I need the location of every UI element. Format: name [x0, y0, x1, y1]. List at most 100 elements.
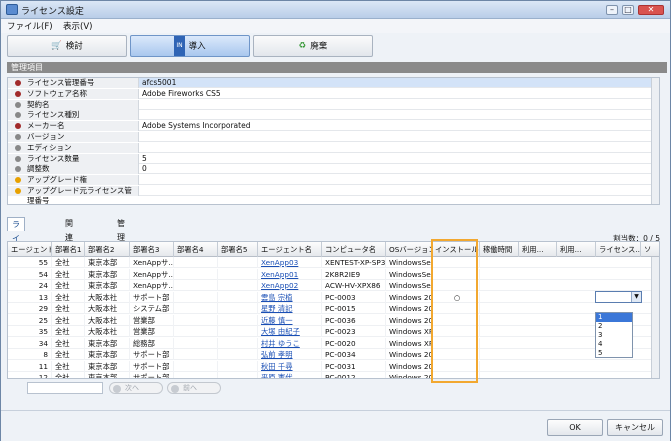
- table-cell[interactable]: 近藤 慎一: [258, 314, 322, 326]
- license-select[interactable]: ▼: [595, 291, 642, 303]
- close-button[interactable]: ✕: [638, 5, 664, 15]
- table-row[interactable]: 13全社大阪本社サポート部雲島 宗植PC-0003Windows 20...○: [8, 291, 659, 303]
- column-header[interactable]: エージェントNO: [8, 242, 52, 257]
- column-header[interactable]: コンピュータ名: [322, 242, 386, 257]
- table-cell: システム部: [130, 303, 174, 314]
- ok-button[interactable]: OK: [547, 419, 603, 436]
- search-input[interactable]: [27, 382, 103, 394]
- table-cell: [218, 257, 258, 268]
- table-cell[interactable]: 星野 清記: [258, 303, 322, 314]
- table-row[interactable]: 24 全社 東京本部 XenAppサ... XenApp02 ACW-HV-XPX86 Wi…: [8, 280, 659, 291]
- menu-bar: ファイル(F) 表示(V): [1, 19, 670, 33]
- required-dot-icon: [15, 144, 21, 151]
- review-button[interactable]: 🛒 検討: [7, 35, 127, 57]
- table-cell[interactable]: 弘前 孝明: [258, 349, 322, 360]
- table-cell[interactable]: XenApp01: [258, 268, 322, 280]
- table-cell: 全社: [52, 314, 85, 326]
- install-column-highlight: [431, 239, 478, 383]
- table-cell: サポート部: [130, 291, 174, 303]
- menu-file[interactable]: ファイル(F): [7, 20, 53, 32]
- license-dropdown-list: 12345: [595, 312, 633, 358]
- table-cell: [174, 303, 218, 314]
- property-value[interactable]: afcs5001: [142, 78, 176, 88]
- column-header[interactable]: 部署名5: [218, 242, 258, 257]
- introduce-button[interactable]: IN 導入: [130, 35, 250, 57]
- dropdown-option[interactable]: 5: [596, 349, 632, 358]
- grid-scrollbar[interactable]: [651, 257, 659, 378]
- column-header[interactable]: 部署名4: [174, 242, 218, 257]
- cancel-button[interactable]: キャンセル: [607, 419, 663, 436]
- property-label: バージョン: [8, 132, 139, 142]
- table-cell: WindowsSer...: [386, 268, 432, 280]
- column-header[interactable]: 部署名3: [130, 242, 174, 257]
- property-label: ライセンス数量: [8, 153, 139, 164]
- dropdown-option[interactable]: 2: [596, 322, 632, 331]
- recycle-icon: ♻: [298, 41, 307, 51]
- table-row[interactable]: 12全社東京本部サポート部 平原 憲代PC-0012Windows 20...: [8, 372, 659, 378]
- column-header[interactable]: 部署名1: [52, 242, 85, 257]
- chevron-down-icon[interactable]: ▼: [631, 292, 641, 302]
- column-header[interactable]: 利用...: [557, 242, 596, 257]
- tab-managing-department[interactable]: 管理部署: [113, 217, 129, 270]
- maximize-button[interactable]: □: [622, 5, 634, 15]
- table-cell[interactable]: 秋田 千尋: [258, 360, 322, 372]
- table-cell: [174, 326, 218, 337]
- table-cell: 24: [8, 280, 52, 291]
- prev-button[interactable]: 前へ: [167, 382, 221, 394]
- property-label: 契約名: [8, 99, 139, 110]
- table-cell[interactable]: XenApp03: [258, 257, 322, 268]
- column-header[interactable]: ライセンス...: [596, 242, 641, 257]
- property-value[interactable]: 5: [142, 154, 147, 164]
- table-cell: 11: [8, 360, 52, 372]
- table-row[interactable]: 55 全社 東京本部 XenAppサ... XenApp03 XENTEST-XP-SP3…: [8, 257, 659, 268]
- arrow-icon: [113, 385, 121, 393]
- table-row[interactable]: 34全社東京本部総務部 村井 ゆうこPC-0020Windows XP ...: [8, 337, 659, 349]
- table-cell: 29: [8, 303, 52, 314]
- dropdown-option[interactable]: 1: [596, 313, 632, 322]
- property-value[interactable]: Adobe Systems Incorporated: [142, 121, 250, 131]
- table-row[interactable]: 25全社大阪本社営業部 近藤 慎一PC-0036Windows 20...: [8, 314, 659, 326]
- table-cell: [218, 268, 258, 280]
- table-cell: [218, 291, 258, 303]
- menu-view[interactable]: 表示(V): [63, 20, 92, 32]
- cart-icon: 🛒: [51, 41, 62, 51]
- dropdown-option[interactable]: 3: [596, 331, 632, 340]
- property-value[interactable]: 0: [142, 164, 147, 174]
- tab-related-software[interactable]: 関連ソフトウェア: [61, 217, 77, 326]
- column-header[interactable]: 稼働時間: [480, 242, 519, 257]
- next-button[interactable]: 次へ: [109, 382, 163, 394]
- required-dot-icon: [15, 80, 21, 86]
- table-cell[interactable]: XenApp02: [258, 280, 322, 291]
- table-cell: 全社: [52, 257, 85, 268]
- table-row[interactable]: 11全社東京本部サポート部 秋田 千尋PC-0031Windows 20...: [8, 360, 659, 372]
- property-label: アップグレード元ライセンス管理番号: [8, 186, 139, 204]
- table-cell: 大阪本社: [85, 303, 130, 314]
- table-cell: 2K8R2IE9: [322, 268, 386, 280]
- table-row[interactable]: 54 全社 東京本部 XenAppサ... XenApp01 2K8R2IE9 Window…: [8, 268, 659, 280]
- table-cell[interactable]: 平原 憲代: [258, 372, 322, 378]
- column-header[interactable]: ソ: [641, 242, 659, 257]
- table-cell: 全社: [52, 303, 85, 314]
- column-header[interactable]: エージェント名: [258, 242, 322, 257]
- column-header[interactable]: 部署名2: [85, 242, 130, 257]
- column-header[interactable]: 利用...: [519, 242, 557, 257]
- property-value[interactable]: Adobe Fireworks CS5: [142, 89, 221, 99]
- table-cell[interactable]: 大塚 由紀子: [258, 326, 322, 337]
- dropdown-option[interactable]: 4: [596, 340, 632, 349]
- table-row[interactable]: 35全社大阪本社営業部 大塚 由紀子PC-0023Windows XP ...: [8, 326, 659, 337]
- column-header[interactable]: OSバージョン: [386, 242, 432, 257]
- table-cell[interactable]: 雲島 宗植: [258, 291, 322, 303]
- table-cell: PC-0015: [322, 303, 386, 314]
- required-dot-icon: [15, 155, 21, 162]
- table-cell: 12: [8, 372, 52, 378]
- table-cell: [174, 349, 218, 360]
- table-cell: PC-0003: [322, 291, 386, 303]
- minimize-button[interactable]: –: [606, 5, 618, 15]
- property-row: 契約名: [8, 99, 659, 110]
- dispose-button[interactable]: ♻ 廃棄: [253, 35, 373, 57]
- table-row[interactable]: 8全社東京本部サポート部 弘前 孝明PC-0034Windows 20...: [8, 349, 659, 360]
- properties-scrollbar[interactable]: [651, 78, 659, 204]
- table-cell[interactable]: 村井 ゆうこ: [258, 337, 322, 349]
- tab-license-assignment[interactable]: ライセンス割当: [7, 217, 25, 313]
- table-row[interactable]: 29全社大阪本社システム部 星野 清記PC-0015Windows 20...: [8, 303, 659, 314]
